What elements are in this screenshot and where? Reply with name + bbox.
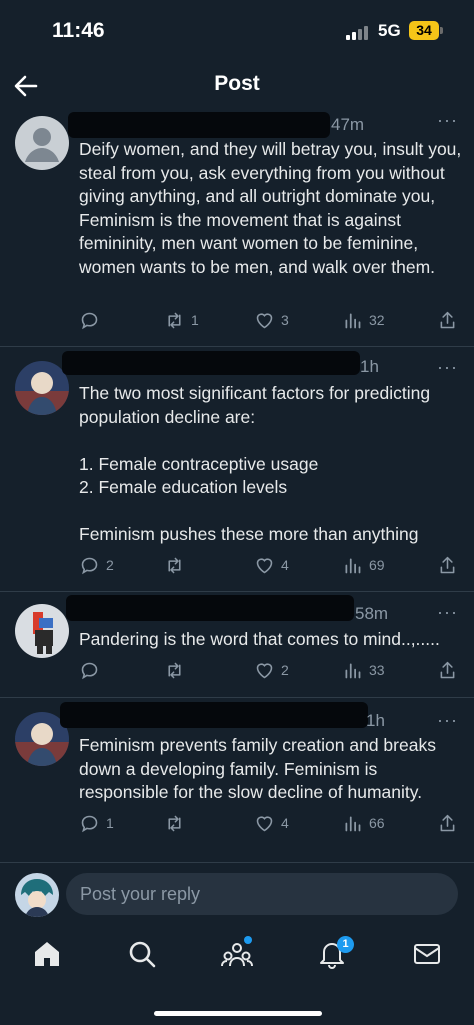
reply-button[interactable] — [79, 658, 106, 682]
post-time: 58m — [355, 604, 389, 623]
views-button[interactable]: 33 — [342, 658, 385, 682]
search-icon[interactable] — [126, 938, 158, 970]
like-count: 4 — [281, 815, 289, 831]
views-button[interactable]: 66 — [342, 811, 385, 835]
reply-input[interactable]: Post your reply — [66, 873, 458, 915]
views-count: 32 — [369, 312, 385, 328]
repost-button[interactable] — [164, 658, 191, 682]
redacted-author — [62, 351, 360, 375]
views-button[interactable]: 32 — [342, 308, 385, 332]
messages-icon[interactable] — [411, 938, 443, 970]
post-time: 1h — [360, 357, 379, 376]
post-time: 47m — [331, 115, 365, 134]
reply-button[interactable]: 2 — [79, 553, 114, 577]
more-options-icon[interactable]: ··· — [437, 357, 458, 378]
repost-icon — [168, 662, 181, 678]
post-text: Pandering is the word that comes to mind… — [79, 629, 440, 649]
top-bar: Post — [0, 60, 474, 110]
repost-button[interactable]: 1 — [164, 308, 199, 332]
like-count: 4 — [281, 557, 289, 573]
share-icon — [440, 814, 455, 831]
share-button[interactable] — [437, 811, 458, 835]
like-button[interactable]: 3 — [254, 308, 289, 332]
reply-post[interactable]: 1h ··· Feminism prevents family creation… — [0, 698, 474, 848]
redacted-author — [66, 595, 354, 621]
reply-post[interactable]: 1h ··· The two most significant factors … — [0, 347, 474, 592]
avatar[interactable] — [15, 604, 69, 658]
repost-icon — [168, 815, 181, 831]
like-icon — [256, 312, 273, 328]
action-bar: 1 3 32 — [79, 308, 459, 332]
repost-button[interactable] — [164, 811, 191, 835]
reply-button[interactable] — [79, 308, 106, 332]
avatar[interactable] — [15, 873, 59, 917]
redacted-author — [68, 112, 330, 138]
repost-count: 1 — [191, 312, 199, 328]
like-icon — [256, 557, 273, 573]
like-button[interactable]: 2 — [254, 658, 289, 682]
home-icon[interactable] — [31, 938, 63, 970]
avatar[interactable] — [15, 116, 69, 170]
views-icon — [345, 313, 361, 328]
more-options-icon[interactable]: ··· — [437, 602, 458, 623]
reply-composer: Post your reply — [0, 862, 474, 929]
status-bar: 11:46 5G 34 — [0, 0, 474, 60]
views-count: 33 — [369, 662, 385, 678]
action-bar: 2 4 69 — [79, 553, 459, 577]
views-count: 66 — [369, 815, 385, 831]
share-icon — [440, 556, 455, 573]
action-bar: 2 33 — [79, 658, 459, 682]
communities-dot — [244, 936, 252, 944]
like-icon — [256, 815, 273, 831]
notifications-badge: 1 — [337, 936, 354, 953]
views-icon — [345, 663, 361, 678]
more-options-icon[interactable]: ··· — [437, 710, 458, 731]
share-button[interactable] — [437, 553, 458, 577]
share-icon — [440, 311, 455, 328]
views-count: 69 — [369, 557, 385, 573]
like-button[interactable]: 4 — [254, 553, 289, 577]
status-time: 11:46 — [52, 19, 105, 42]
reply-icon — [81, 557, 98, 574]
share-button[interactable] — [437, 658, 458, 682]
views-button[interactable]: 69 — [342, 553, 385, 577]
action-bar: 1 4 66 — [79, 811, 459, 835]
views-icon — [345, 558, 361, 573]
repost-icon — [168, 312, 181, 328]
home-indicator — [154, 1011, 322, 1016]
post-text: Feminism prevents family creation and br… — [79, 735, 436, 802]
network-type: 5G — [378, 21, 401, 40]
like-icon — [256, 662, 273, 678]
battery-tip — [440, 27, 443, 34]
reply-count: 2 — [106, 557, 114, 573]
redacted-author — [60, 702, 368, 728]
reply-post[interactable]: 58m ··· Pandering is the word that comes… — [0, 592, 474, 698]
reply-icon — [81, 815, 98, 832]
reply-button[interactable]: 1 — [79, 811, 114, 835]
avatar[interactable] — [15, 361, 69, 415]
reply-icon — [81, 662, 98, 679]
page-title: Post — [214, 72, 260, 95]
post-text: The two most significant factors for pre… — [79, 383, 431, 544]
more-options-icon[interactable]: ··· — [437, 110, 458, 131]
signal-icon — [346, 24, 372, 40]
share-button[interactable] — [437, 308, 458, 332]
repost-icon — [168, 557, 181, 573]
reply-post[interactable]: 47m ··· Deify women, and they will betra… — [0, 110, 474, 347]
views-icon — [345, 816, 361, 831]
battery-icon: 34 — [409, 21, 439, 40]
reply-icon — [81, 312, 98, 329]
share-icon — [440, 661, 455, 678]
reply-count: 1 — [106, 815, 114, 831]
post-text: Deify women, and they will betray you, i… — [79, 139, 462, 277]
like-button[interactable]: 4 — [254, 811, 289, 835]
post-time: 1h — [366, 711, 385, 730]
like-count: 2 — [281, 662, 289, 678]
like-count: 3 — [281, 312, 289, 328]
repost-button[interactable] — [164, 553, 191, 577]
